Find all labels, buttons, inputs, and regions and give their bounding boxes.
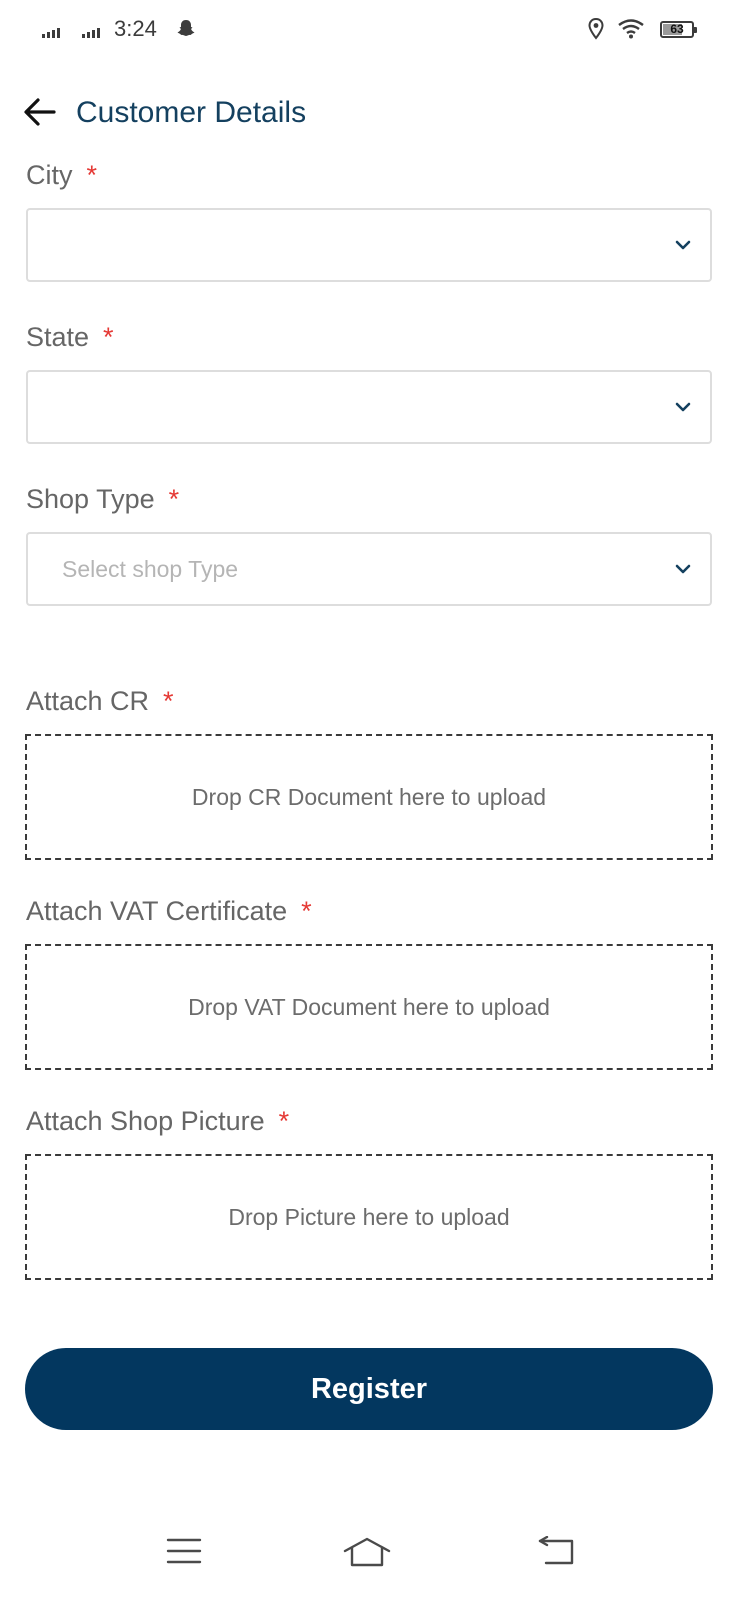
picture-dropzone[interactable]: Drop Picture here to upload (25, 1154, 713, 1280)
back-icon[interactable] (538, 1536, 576, 1566)
chevron-down-icon (675, 240, 691, 250)
required-asterisk: * (163, 686, 174, 716)
status-time: 3:24 (114, 16, 157, 41)
status-bar: 3:24 63 (0, 0, 738, 60)
required-asterisk: * (86, 160, 98, 190)
register-button[interactable]: Register (25, 1348, 713, 1430)
required-asterisk: * (301, 896, 312, 926)
cr-dropzone[interactable]: Drop CR Document here to upload (25, 734, 713, 860)
vat-dropzone-text: Drop VAT Document here to upload (188, 993, 550, 1020)
required-asterisk: * (103, 322, 114, 352)
shop-type-label: Shop Type * (26, 484, 179, 515)
location-icon (588, 18, 604, 40)
state-label-text: State (26, 322, 90, 352)
attach-vat-label-text: Attach VAT Certificate (26, 896, 288, 926)
required-asterisk: * (168, 484, 180, 514)
attach-cr-label-text: Attach CR (26, 686, 150, 716)
battery-icon: 63 (660, 21, 697, 38)
shop-type-label-text: Shop Type (26, 484, 155, 514)
shop-type-select[interactable]: Select shop Type (26, 532, 712, 606)
chevron-down-icon (675, 564, 691, 574)
screen: 3:24 63 Customer Details City * State * … (0, 0, 738, 1600)
wifi-icon (618, 19, 644, 39)
picture-dropzone-text: Drop Picture here to upload (228, 1203, 510, 1230)
attach-picture-label: Attach Shop Picture * (26, 1106, 289, 1137)
home-icon[interactable] (342, 1536, 392, 1568)
city-label: City * (26, 160, 97, 191)
city-label-text: City (26, 160, 73, 190)
chevron-down-icon (675, 402, 691, 412)
menu-icon[interactable] (166, 1536, 202, 1566)
required-asterisk: * (278, 1106, 290, 1136)
attach-vat-label: Attach VAT Certificate * (26, 896, 312, 927)
vat-dropzone[interactable]: Drop VAT Document here to upload (25, 944, 713, 1070)
signal-icon (42, 26, 60, 38)
cr-dropzone-text: Drop CR Document here to upload (191, 783, 547, 810)
snapchat-icon (177, 20, 195, 36)
back-arrow-button[interactable] (22, 94, 58, 130)
shop-type-placeholder: Select shop Type (62, 556, 239, 582)
city-select[interactable] (26, 208, 712, 282)
page-title: Customer Details (76, 96, 307, 129)
signal-icon (82, 26, 100, 38)
state-select[interactable] (26, 370, 712, 444)
battery-level: 63 (670, 22, 684, 36)
state-label: State * (26, 322, 114, 353)
attach-picture-label-text: Attach Shop Picture (26, 1106, 265, 1136)
attach-cr-label: Attach CR * (26, 686, 174, 717)
